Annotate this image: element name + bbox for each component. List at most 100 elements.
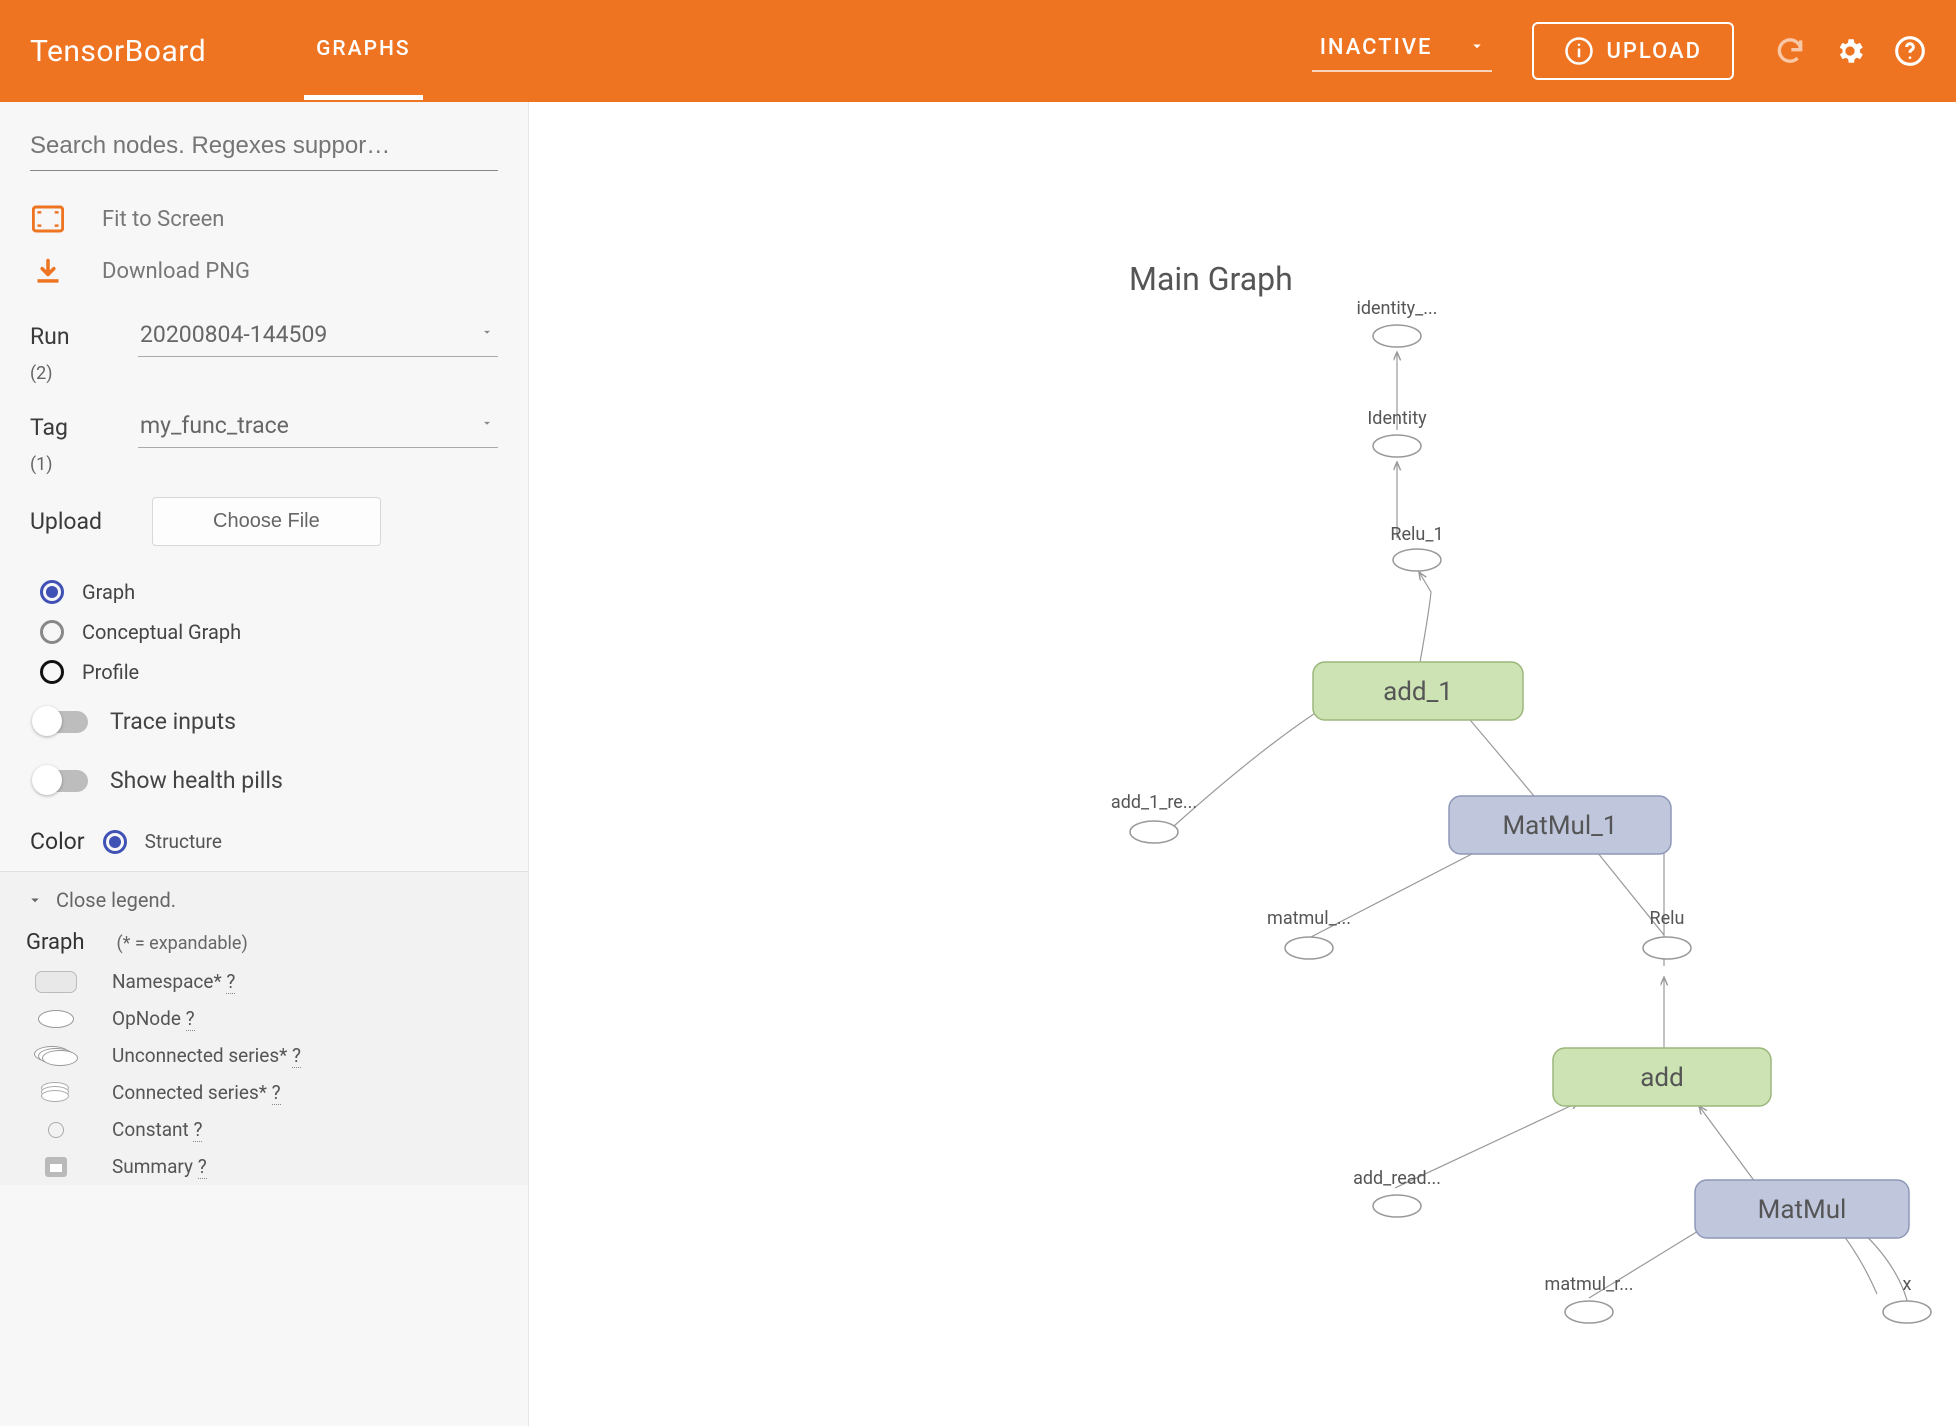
legend-namespace: Namespace* ? xyxy=(26,963,502,1000)
svg-text:Relu_1: Relu_1 xyxy=(1390,524,1443,545)
toggle-trace-inputs[interactable]: Trace inputs xyxy=(0,692,528,751)
node-matmul[interactable]: MatMul xyxy=(1695,1180,1909,1238)
toggle-off-icon xyxy=(36,711,88,733)
color-row: Color Structure xyxy=(0,810,528,871)
radio-conceptual-label: Conceptual Graph xyxy=(82,620,241,644)
app-header: TensorBoard GRAPHS INACTIVE UPLOAD xyxy=(0,0,1956,102)
help-tooltip[interactable]: ? xyxy=(186,1007,195,1031)
inactive-label: INACTIVE xyxy=(1320,35,1433,60)
color-value: Structure xyxy=(145,830,222,853)
radio-profile[interactable]: Profile xyxy=(0,652,528,692)
close-legend-button[interactable]: Close legend. xyxy=(26,888,502,912)
legend-unconnected: Unconnected series* ? xyxy=(26,1037,502,1074)
help-tooltip[interactable]: ? xyxy=(193,1118,202,1142)
toggle-health-pills[interactable]: Show health pills xyxy=(0,751,528,810)
gear-icon[interactable] xyxy=(1834,35,1866,67)
node-relu[interactable]: Relu xyxy=(1643,908,1691,959)
run-value: 20200804-144509 xyxy=(140,321,327,348)
svg-text:x: x xyxy=(1903,1274,1912,1295)
chevron-down-icon xyxy=(26,891,44,909)
color-label: Color xyxy=(30,828,85,855)
tag-value: my_func_trace xyxy=(140,412,289,439)
node-add-1[interactable]: add_1 xyxy=(1313,662,1523,720)
upload-label: Upload xyxy=(30,508,130,535)
header-icons xyxy=(1774,35,1926,67)
svg-text:add: add xyxy=(1640,1063,1683,1093)
node-matmul-r[interactable]: matmul_r... xyxy=(1545,1274,1634,1323)
toggle-trace-label: Trace inputs xyxy=(110,708,236,735)
tab-graphs-label: GRAPHS xyxy=(316,37,410,61)
radio-conceptual-graph[interactable]: Conceptual Graph xyxy=(0,612,528,652)
opnode-shape-icon xyxy=(38,1010,74,1028)
radio-selected-icon xyxy=(103,830,127,854)
download-label: Download PNG xyxy=(102,259,250,284)
node-matmul-dots[interactable]: matmul_... xyxy=(1267,908,1351,959)
choose-file-button[interactable]: Choose File xyxy=(152,497,381,546)
svg-text:matmul_...: matmul_... xyxy=(1267,908,1351,929)
legend-opnode-label: OpNode xyxy=(112,1007,186,1030)
svg-text:identity_...: identity_... xyxy=(1356,298,1437,319)
fit-screen-icon xyxy=(32,205,64,233)
legend-panel: Close legend. Graph (* = expandable) Nam… xyxy=(0,871,528,1185)
run-count: (2) xyxy=(0,363,528,384)
graph-svg: identity_... Identity Relu_1 add_1_re...… xyxy=(529,102,1956,1426)
fit-to-screen-button[interactable]: Fit to Screen xyxy=(0,193,528,245)
node-add-read[interactable]: add_read... xyxy=(1353,1168,1441,1217)
help-icon[interactable] xyxy=(1894,35,1926,67)
summary-shape-icon xyxy=(45,1157,67,1177)
legend-summary-label: Summary xyxy=(112,1155,198,1178)
legend-connected-label: Connected series* xyxy=(112,1081,272,1104)
graph-canvas[interactable]: Main Graph identity_... Identity Relu_1 xyxy=(529,102,1956,1426)
toggle-off-icon xyxy=(36,770,88,792)
reload-icon[interactable] xyxy=(1774,35,1806,67)
node-relu-1[interactable]: Relu_1 xyxy=(1390,524,1443,571)
info-circle-icon xyxy=(1564,36,1594,66)
radio-profile-label: Profile xyxy=(82,660,139,684)
search-input[interactable] xyxy=(30,122,498,171)
help-tooltip[interactable]: ? xyxy=(198,1155,207,1179)
tab-graphs[interactable]: GRAPHS xyxy=(316,37,410,65)
inactive-dropdown[interactable]: INACTIVE xyxy=(1312,31,1493,72)
legend-connected: Connected series* ? xyxy=(26,1074,502,1111)
legend-namespace-label: Namespace* xyxy=(112,970,226,993)
toggle-health-label: Show health pills xyxy=(110,767,283,794)
radio-icon xyxy=(40,620,64,644)
constant-shape-icon xyxy=(48,1122,64,1138)
radio-selected-icon xyxy=(40,580,64,604)
download-icon xyxy=(34,257,62,285)
node-identity[interactable]: Identity xyxy=(1367,408,1427,457)
svg-text:MatMul_1: MatMul_1 xyxy=(1502,811,1617,841)
radio-icon xyxy=(40,660,64,684)
tag-dropdown[interactable]: my_func_trace xyxy=(138,406,498,448)
legend-opnode: OpNode ? xyxy=(26,1000,502,1037)
svg-text:Relu: Relu xyxy=(1650,908,1685,929)
legend-note: (* = expandable) xyxy=(116,933,247,954)
unconnected-shape-icon xyxy=(34,1046,78,1066)
tag-field-row: Tag my_func_trace xyxy=(0,398,528,456)
node-add[interactable]: add xyxy=(1553,1048,1771,1106)
svg-text:add_read...: add_read... xyxy=(1353,1168,1441,1189)
help-tooltip[interactable]: ? xyxy=(272,1081,281,1105)
svg-text:add_1_re...: add_1_re... xyxy=(1111,792,1197,813)
node-identity-top[interactable]: identity_... xyxy=(1356,298,1437,347)
legend-title: Graph xyxy=(26,930,84,955)
radio-graph[interactable]: Graph xyxy=(0,572,528,612)
upload-button[interactable]: UPLOAD xyxy=(1532,22,1734,80)
legend-summary: Summary ? xyxy=(26,1148,502,1185)
namespace-shape-icon xyxy=(35,971,77,993)
help-tooltip[interactable]: ? xyxy=(292,1044,301,1068)
upload-button-label: UPLOAD xyxy=(1606,39,1702,64)
svg-text:add_1: add_1 xyxy=(1383,677,1453,707)
help-tooltip[interactable]: ? xyxy=(226,970,235,994)
run-dropdown[interactable]: 20200804-144509 xyxy=(138,315,498,357)
svg-text:Identity: Identity xyxy=(1367,408,1427,429)
upload-field-row: Upload Choose File xyxy=(0,489,528,554)
download-png-button[interactable]: Download PNG xyxy=(0,245,528,297)
fit-label: Fit to Screen xyxy=(102,207,224,232)
close-legend-label: Close legend. xyxy=(56,888,176,912)
sidebar: Fit to Screen Download PNG Run 20200804-… xyxy=(0,102,529,1426)
node-matmul-1[interactable]: MatMul_1 xyxy=(1449,796,1671,854)
main-layout: Fit to Screen Download PNG Run 20200804-… xyxy=(0,102,1956,1426)
chevron-down-icon xyxy=(480,416,494,430)
brand-title: TensorBoard xyxy=(30,34,206,69)
